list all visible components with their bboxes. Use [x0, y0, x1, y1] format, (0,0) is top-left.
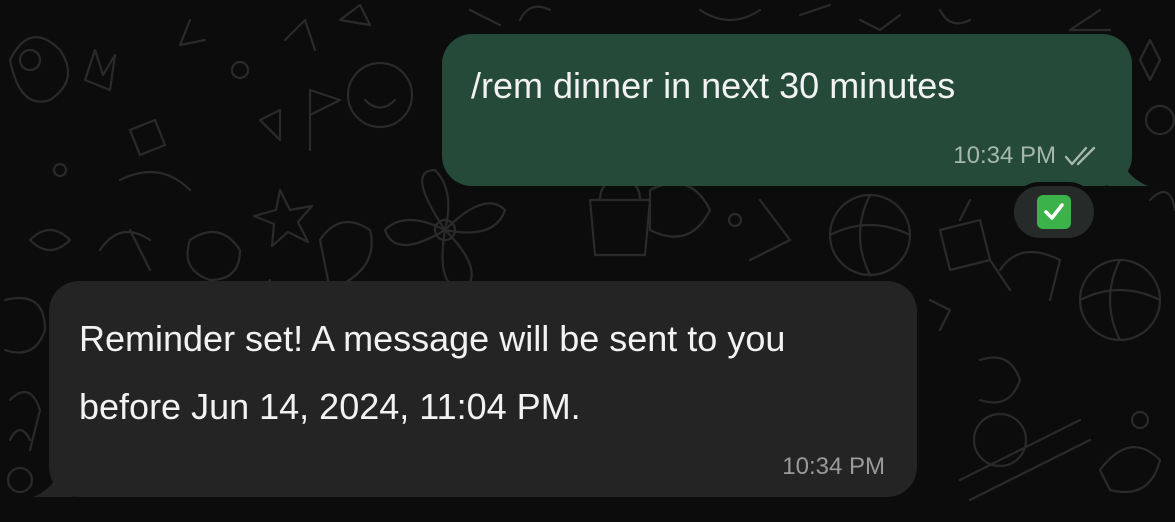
check-mark-button-emoji-icon: [1037, 195, 1071, 229]
incoming-message-bubble[interactable]: Reminder set! A message will be sent to …: [33, 281, 917, 497]
outgoing-message-bubble[interactable]: /rem dinner in next 30 minutes 10:34 PM: [442, 34, 1148, 186]
double-check-icon: [1064, 146, 1096, 166]
message-text: /rem dinner in next 30 minutes: [471, 65, 956, 106]
bubble-tail: [1108, 160, 1148, 186]
message-timestamp: 10:34 PM: [953, 142, 1056, 169]
bubble-tail: [33, 471, 73, 497]
message-meta: 10:34 PM: [953, 142, 1100, 170]
message-timestamp: 10:34 PM: [782, 453, 885, 480]
message-reaction[interactable]: [1010, 182, 1098, 242]
message-text: Reminder set! A message will be sent to …: [79, 318, 786, 427]
